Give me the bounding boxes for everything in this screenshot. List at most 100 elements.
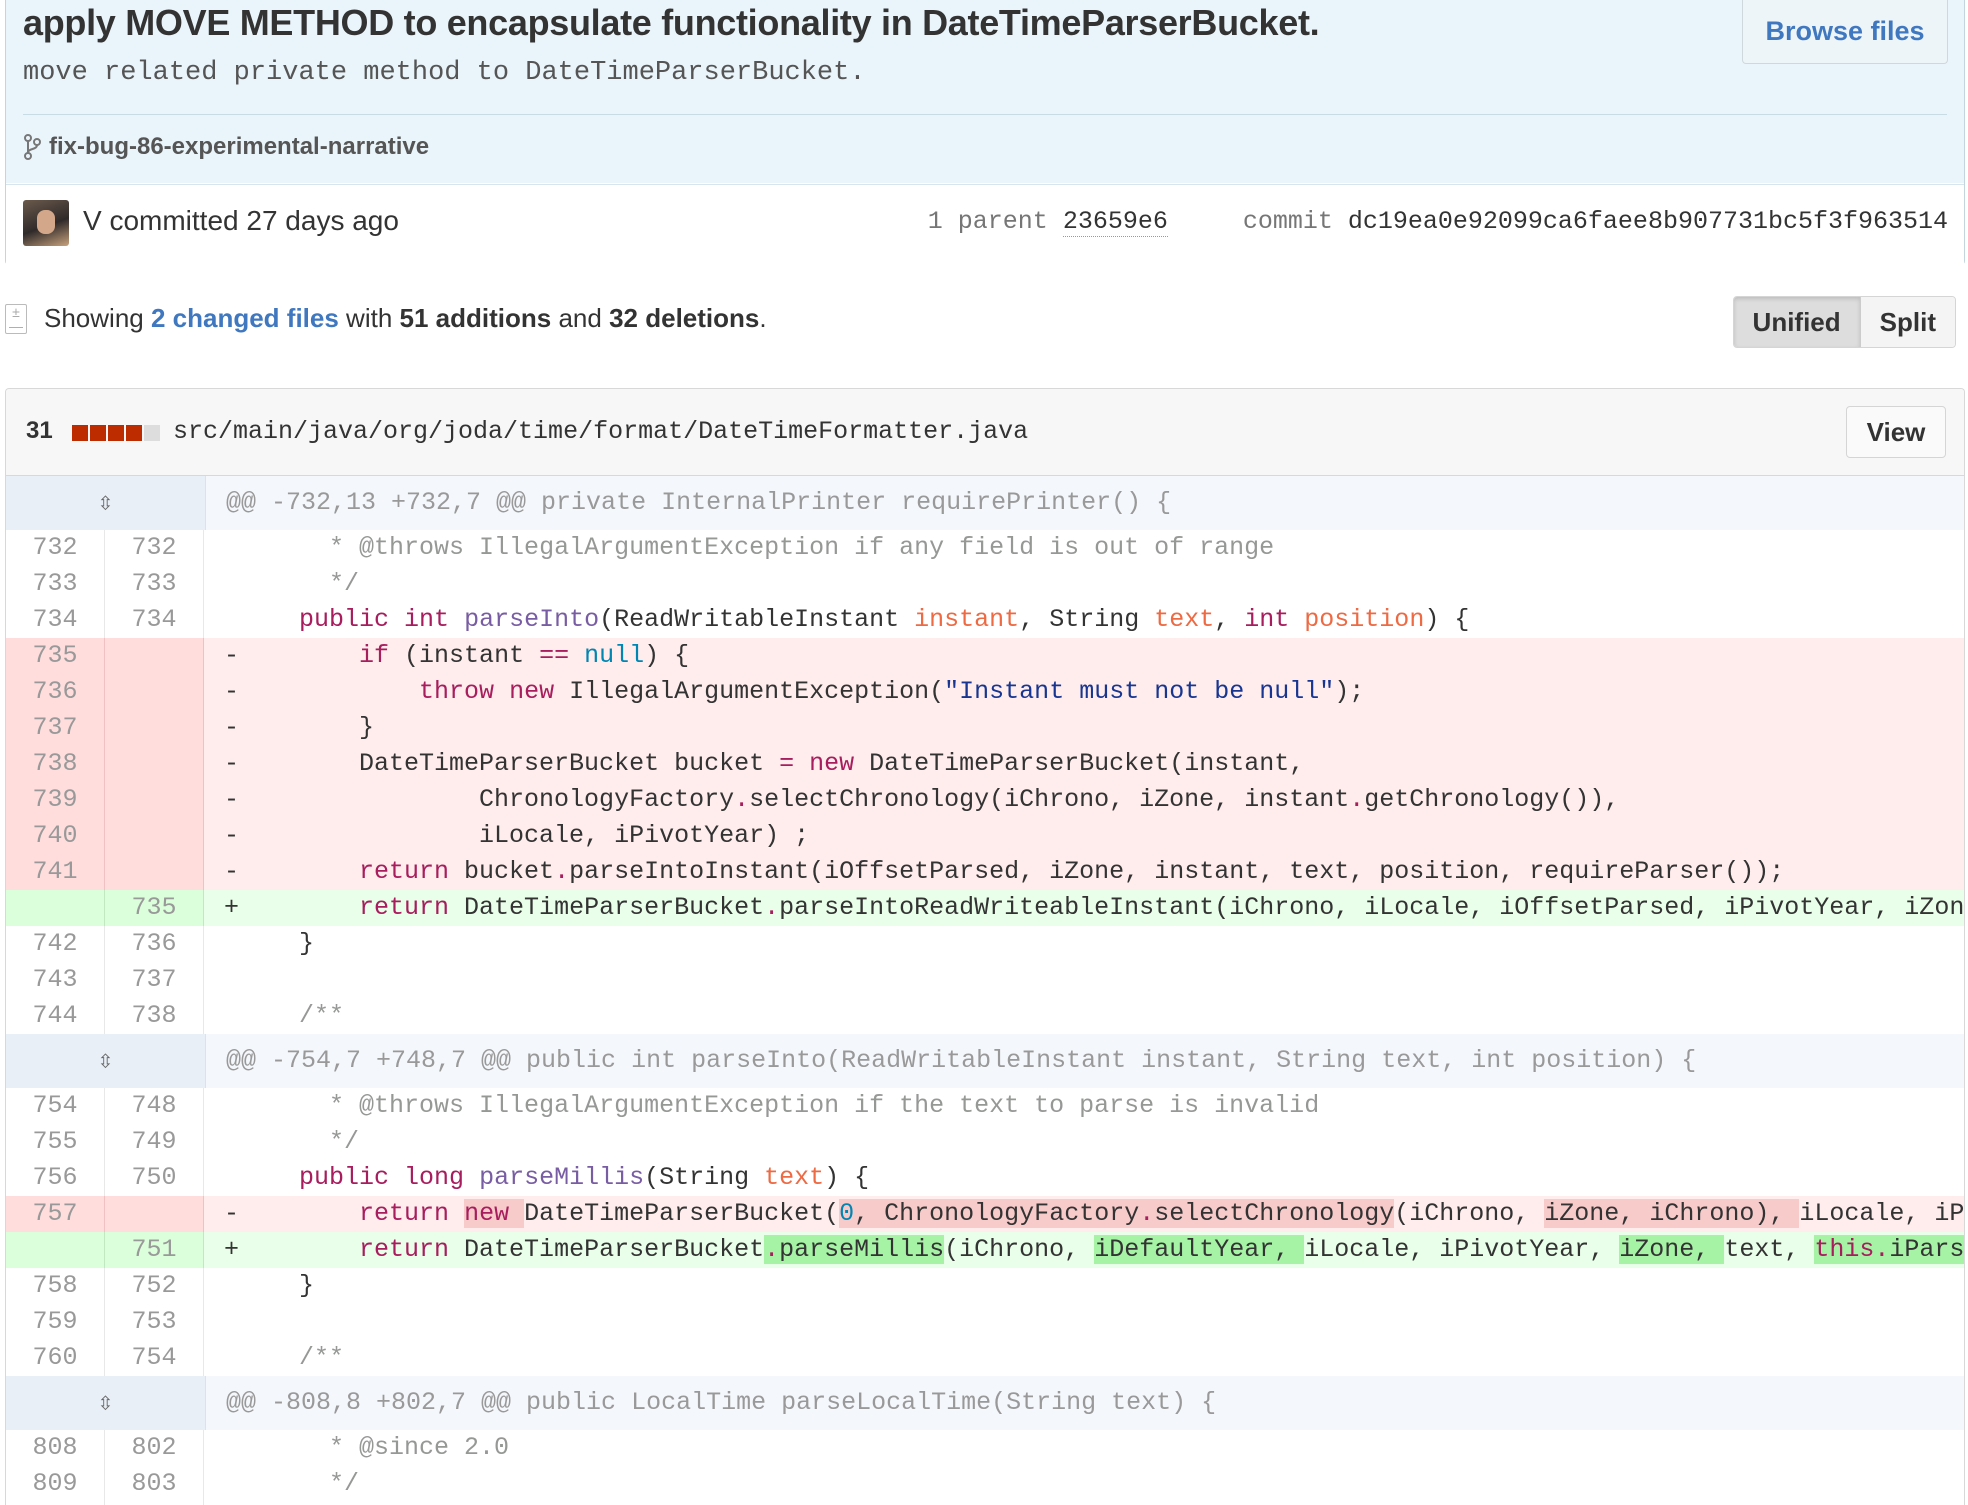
line-code: /** bbox=[299, 1343, 345, 1372]
line-code: /** bbox=[299, 1001, 345, 1030]
file-path: src/main/java/org/joda/time/format/DateT… bbox=[173, 417, 1029, 446]
new-line-number[interactable]: 752 bbox=[105, 1268, 204, 1304]
old-line-number[interactable]: 740 bbox=[6, 818, 105, 854]
old-line-number[interactable]: 736 bbox=[6, 674, 105, 710]
line-code: * @throws IllegalArgumentException if an… bbox=[239, 533, 1275, 562]
old-line-number[interactable]: 758 bbox=[6, 1268, 105, 1304]
line-code: */ bbox=[239, 1469, 360, 1498]
diff-line: 734 734 public int parseInto(ReadWritable… bbox=[6, 602, 1964, 638]
diff-line: 758 752 } bbox=[6, 1268, 1964, 1304]
line-code: * @since 2.0 bbox=[239, 1433, 510, 1462]
old-line-number[interactable]: 732 bbox=[6, 530, 105, 566]
new-line-number[interactable] bbox=[105, 782, 204, 818]
branch-icon bbox=[24, 134, 41, 160]
line-code: - } bbox=[224, 713, 375, 742]
diff-table: ⇳ @@ -732,13 +732,7 @@ private InternalP… bbox=[6, 476, 1964, 1505]
diff-line: 744 738 /** bbox=[6, 998, 1964, 1034]
new-line-number[interactable] bbox=[105, 746, 204, 782]
new-line-number[interactable]: 754 bbox=[105, 1340, 204, 1376]
diff-view-toggle: Unified Split bbox=[1732, 296, 1956, 348]
old-line-number[interactable]: 735 bbox=[6, 638, 105, 674]
new-line-number[interactable]: 736 bbox=[105, 926, 204, 962]
expand-icon[interactable]: ⇳ bbox=[6, 476, 206, 530]
commit-header: apply MOVE METHOD to encapsulate functio… bbox=[5, 0, 1965, 265]
view-file-button[interactable]: View bbox=[1846, 406, 1946, 458]
old-line-number[interactable]: 760 bbox=[6, 1340, 105, 1376]
new-line-number[interactable]: 737 bbox=[105, 962, 204, 998]
divider bbox=[23, 114, 1947, 115]
old-line-number[interactable]: 759 bbox=[6, 1304, 105, 1340]
diff-line: 742 736 } bbox=[6, 926, 1964, 962]
old-line-number[interactable]: 739 bbox=[6, 782, 105, 818]
browse-files-button[interactable]: Browse files bbox=[1742, 0, 1948, 64]
diffstat-block bbox=[126, 425, 142, 441]
branch-link[interactable]: fix-bug-86-experimental-narrative bbox=[23, 133, 429, 161]
line-code bbox=[204, 962, 1964, 998]
old-line-number[interactable]: 754 bbox=[6, 1088, 105, 1124]
new-line-number[interactable] bbox=[105, 674, 204, 710]
new-line-number[interactable] bbox=[105, 854, 204, 890]
old-line-number[interactable]: 756 bbox=[6, 1160, 105, 1196]
new-line-number[interactable]: 734 bbox=[105, 602, 204, 638]
new-line-number[interactable] bbox=[105, 1196, 204, 1232]
diff-line: 732 732 * @throws IllegalArgumentExceptio… bbox=[6, 530, 1964, 566]
new-line-number[interactable] bbox=[105, 818, 204, 854]
new-line-number[interactable]: 748 bbox=[105, 1088, 204, 1124]
new-line-number[interactable]: 803 bbox=[105, 1466, 204, 1502]
new-line-number[interactable]: 751 bbox=[105, 1232, 204, 1268]
parent-sha-link[interactable]: 23659e6 bbox=[1062, 207, 1168, 237]
old-line-number[interactable]: 741 bbox=[6, 854, 105, 890]
new-line-number[interactable] bbox=[105, 710, 204, 746]
line-code: - iLocale, iPivotYear) ; bbox=[224, 821, 810, 850]
file-diff-icon: ± — bbox=[5, 304, 27, 334]
old-line-number[interactable]: 755 bbox=[6, 1124, 105, 1160]
old-line-number[interactable]: 734 bbox=[6, 602, 105, 638]
old-line-number[interactable] bbox=[6, 890, 105, 926]
new-line-number[interactable]: 750 bbox=[105, 1160, 204, 1196]
new-line-number[interactable]: 749 bbox=[105, 1124, 204, 1160]
old-line-number[interactable]: 733 bbox=[6, 566, 105, 602]
unified-button[interactable]: Unified bbox=[1733, 297, 1861, 347]
new-line-number[interactable]: 738 bbox=[105, 998, 204, 1034]
line-code: + return DateTimeParserBucket.parseMilli… bbox=[204, 1232, 1964, 1268]
hunk-header: ⇳ @@ -732,13 +732,7 @@ private InternalP… bbox=[6, 476, 1964, 530]
new-line-number[interactable]: 802 bbox=[105, 1430, 204, 1466]
diff-line: 760 754 /** bbox=[6, 1340, 1964, 1376]
old-line-number[interactable]: 744 bbox=[6, 998, 105, 1034]
old-line-number[interactable]: 738 bbox=[6, 746, 105, 782]
diff-line: 733 733 */ bbox=[6, 566, 1964, 602]
changed-files-link[interactable]: 2 changed files bbox=[151, 303, 339, 333]
diff-line: 741 - return bucket.parseIntoInstant(iOff… bbox=[6, 854, 1964, 890]
new-line-number[interactable]: 735 bbox=[105, 890, 204, 926]
new-line-number[interactable] bbox=[105, 638, 204, 674]
line-code: } bbox=[224, 1271, 315, 1300]
line-code: } bbox=[224, 929, 315, 958]
line-code: */ bbox=[239, 569, 360, 598]
old-line-number[interactable] bbox=[6, 1232, 105, 1268]
line-code: - if (instant == null) { bbox=[224, 641, 690, 670]
old-line-number[interactable]: 757 bbox=[6, 1196, 105, 1232]
split-button[interactable]: Split bbox=[1860, 297, 1955, 347]
new-line-number[interactable]: 732 bbox=[105, 530, 204, 566]
commit-meta: V committed 27 days ago 1 parent 23659e6… bbox=[6, 184, 1964, 265]
new-line-number[interactable]: 753 bbox=[105, 1304, 204, 1340]
expand-icon[interactable]: ⇳ bbox=[6, 1376, 206, 1430]
avatar[interactable] bbox=[23, 200, 69, 246]
hunk-header: ⇳ @@ -808,8 +802,7 @@ public LocalTime p… bbox=[6, 1376, 1964, 1430]
line-code: + return DateTimeParserBucket.parseIntoR… bbox=[224, 893, 1964, 922]
diffstat-block bbox=[144, 425, 160, 441]
old-line-number[interactable]: 809 bbox=[6, 1466, 105, 1502]
old-line-number[interactable]: 742 bbox=[6, 926, 105, 962]
diff-line: 808 802 * @since 2.0 bbox=[6, 1430, 1964, 1466]
commit-title: apply MOVE METHOD to encapsulate functio… bbox=[23, 2, 1320, 43]
diff-line: 757 - return new DateTimeParserBucket(0, … bbox=[6, 1196, 1964, 1232]
expand-icon[interactable]: ⇳ bbox=[6, 1034, 206, 1088]
file-change-count: 31 bbox=[26, 417, 53, 444]
deletions-count: 32 deletions bbox=[609, 303, 760, 333]
diff-line: 738 - DateTimeParserBucket bucket = new D… bbox=[6, 746, 1964, 782]
commit-summary-panel: apply MOVE METHOD to encapsulate functio… bbox=[6, 0, 1964, 183]
new-line-number[interactable]: 733 bbox=[105, 566, 204, 602]
old-line-number[interactable]: 808 bbox=[6, 1430, 105, 1466]
old-line-number[interactable]: 743 bbox=[6, 962, 105, 998]
old-line-number[interactable]: 737 bbox=[6, 710, 105, 746]
